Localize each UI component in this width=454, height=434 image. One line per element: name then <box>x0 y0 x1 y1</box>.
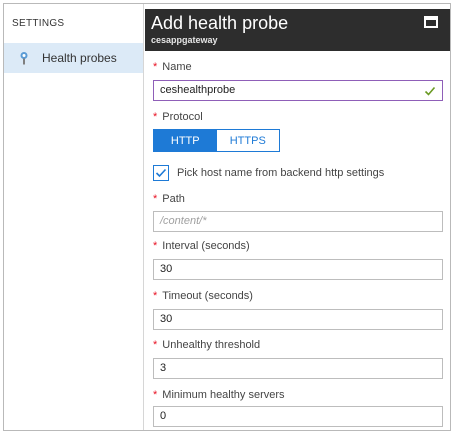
blade-subtitle: cesappgateway <box>151 35 218 45</box>
blade-header: Add health probe cesappgateway <box>145 9 450 51</box>
unhealthy-threshold-label: * Unhealthy threshold <box>153 339 261 351</box>
interval-input[interactable]: 30 <box>153 259 443 280</box>
path-label: * Path <box>153 193 185 205</box>
sidebar-item-health-probes[interactable]: Health probes <box>4 43 143 73</box>
blade-title: Add health probe <box>151 13 289 33</box>
min-healthy-servers-label: * Minimum healthy servers <box>153 389 285 401</box>
min-healthy-servers-value: 0 <box>160 410 167 422</box>
path-placeholder: /content/* <box>160 215 207 227</box>
name-input[interactable]: ceshealthprobe <box>153 80 443 101</box>
valid-check-icon <box>424 86 436 96</box>
checkmark-icon <box>155 168 167 178</box>
required-marker: * <box>153 61 158 73</box>
interval-value: 30 <box>160 263 173 275</box>
name-value: ceshealthprobe <box>160 84 236 96</box>
timeout-value: 30 <box>160 313 173 325</box>
min-healthy-servers-input[interactable]: 0 <box>153 406 443 427</box>
pick-host-row: Pick host name from backend http setting… <box>153 165 384 181</box>
health-probe-icon <box>18 51 30 65</box>
add-health-probe-blade: Add health probe cesappgateway * Name ces… <box>145 4 450 430</box>
sidebar-header: SETTINGS <box>12 18 65 29</box>
protocol-https-button[interactable]: HTTPS <box>216 130 279 151</box>
timeout-input[interactable]: 30 <box>153 309 443 330</box>
protocol-toggle: HTTP HTTPS <box>153 129 280 152</box>
unhealthy-threshold-value: 3 <box>160 362 167 374</box>
maximize-icon[interactable] <box>424 16 438 28</box>
interval-label: * Interval (seconds) <box>153 240 250 252</box>
protocol-http-button[interactable]: HTTP <box>154 130 217 151</box>
window-frame: SETTINGS Health probes Add health probe … <box>3 3 451 431</box>
pick-host-label: Pick host name from backend http setting… <box>177 167 385 179</box>
settings-sidebar: SETTINGS Health probes <box>4 4 144 430</box>
pick-host-checkbox[interactable] <box>153 165 169 181</box>
sidebar-item-label: Health probes <box>42 51 117 65</box>
path-input[interactable]: /content/* <box>153 211 443 232</box>
name-label: * Name <box>153 61 192 73</box>
timeout-label: * Timeout (seconds) <box>153 290 253 302</box>
unhealthy-threshold-input[interactable]: 3 <box>153 358 443 379</box>
protocol-label: * Protocol <box>153 111 203 123</box>
